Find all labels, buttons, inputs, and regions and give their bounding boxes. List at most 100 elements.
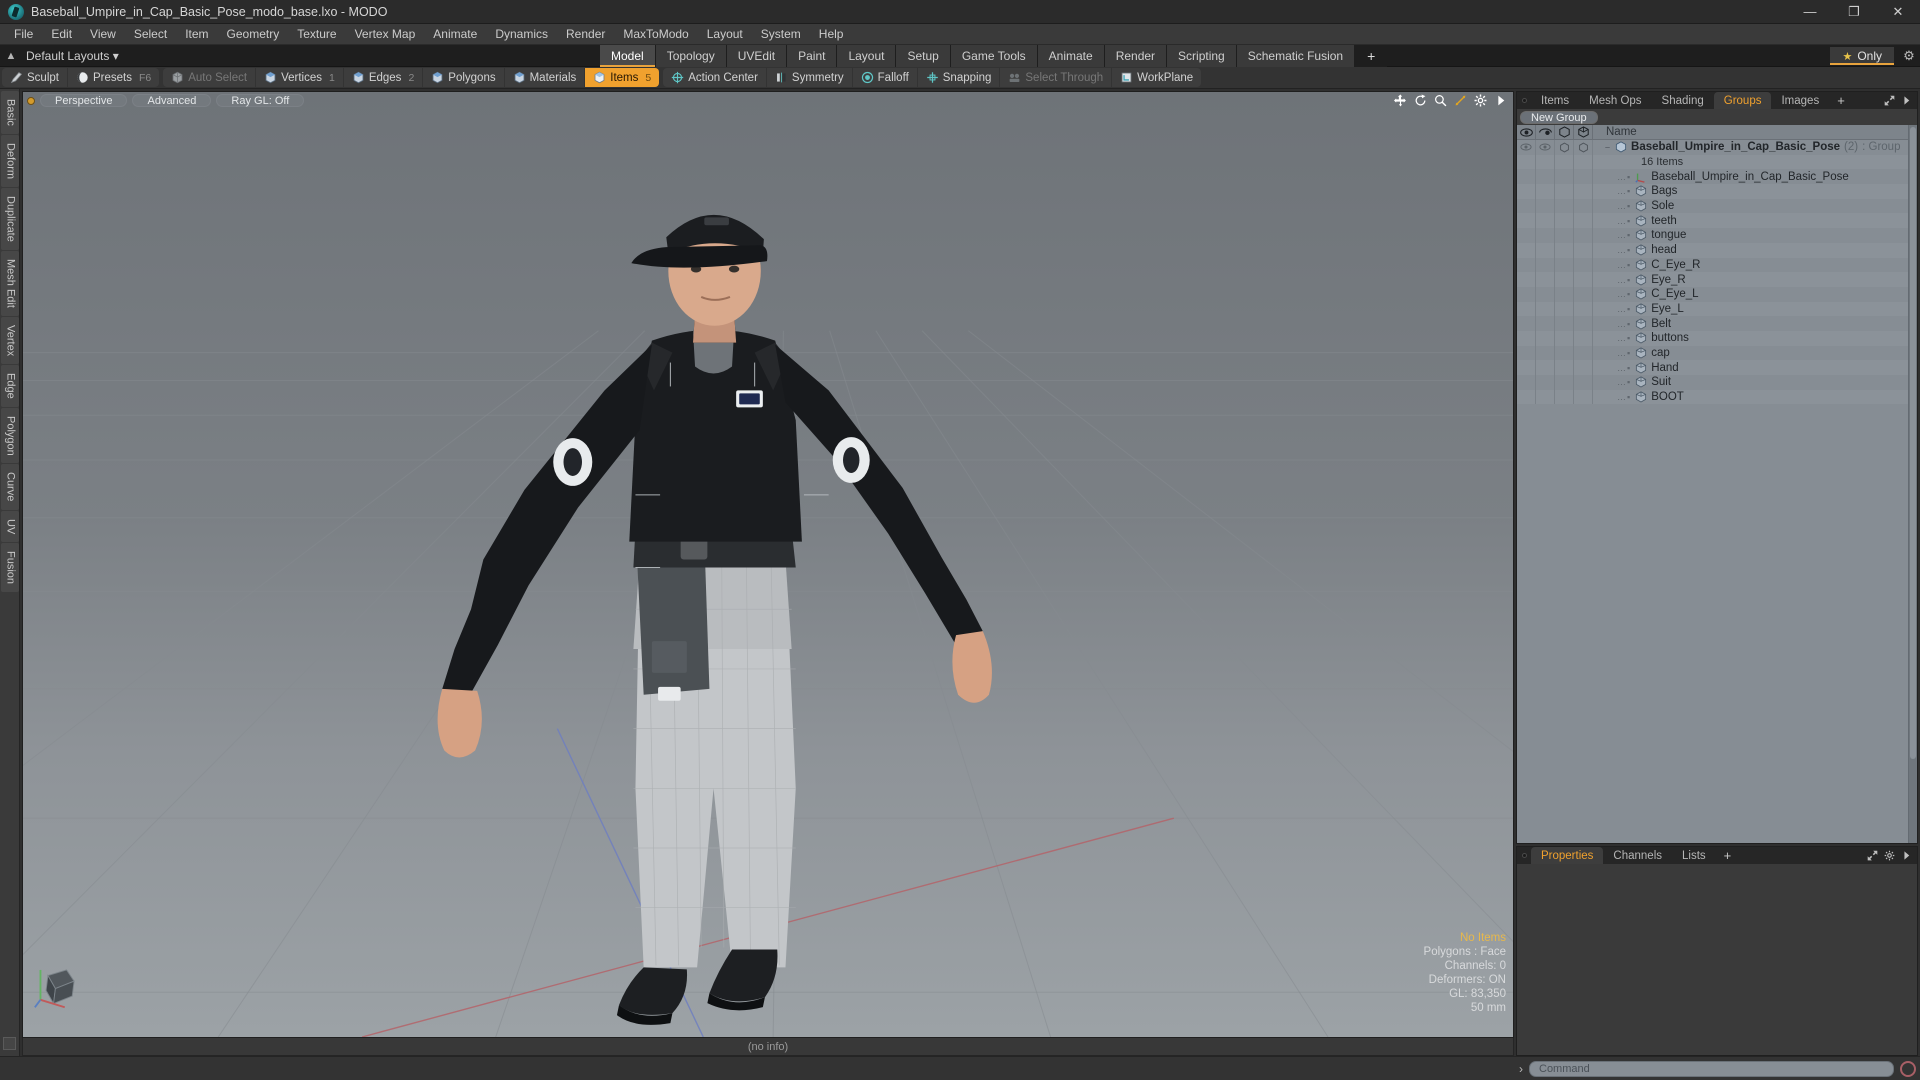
- render-visibility-icon[interactable]: [1536, 154, 1555, 170]
- shaded-cube-icon[interactable]: [1574, 228, 1593, 243]
- maximize-button[interactable]: ❐: [1832, 0, 1876, 24]
- wireframe-cube-icon[interactable]: [1555, 345, 1574, 361]
- shaded-cube-icon[interactable]: [1574, 330, 1593, 346]
- toolbar-button-auto-select[interactable]: Auto Select: [163, 68, 257, 87]
- layout-tab-game-tools[interactable]: Game Tools: [950, 45, 1038, 67]
- tree-scrollbar[interactable]: [1908, 125, 1917, 843]
- render-visibility-icon[interactable]: [1536, 169, 1555, 185]
- shaded-cube-icon[interactable]: [1574, 286, 1593, 302]
- render-visibility-icon[interactable]: [1536, 257, 1555, 273]
- left-tab-uv[interactable]: UV: [0, 510, 19, 543]
- toolbar-button-action-center[interactable]: Action Center: [663, 68, 767, 87]
- left-tab-fusion[interactable]: Fusion: [0, 543, 19, 593]
- only-toggle-button[interactable]: ★ Only: [1830, 47, 1894, 65]
- menu-item-vertex-map[interactable]: Vertex Map: [346, 24, 425, 45]
- wireframe-cube-icon[interactable]: [1555, 389, 1574, 405]
- tree-item-row[interactable]: …▪ Suit: [1517, 375, 1917, 390]
- eye-icon[interactable]: [1517, 286, 1536, 302]
- left-tab-polygon[interactable]: Polygon: [0, 407, 19, 464]
- toolbar-button-sculpt[interactable]: Sculpt: [2, 68, 68, 87]
- shaded-cube-icon[interactable]: [1574, 198, 1593, 214]
- shaded-cube-icon[interactable]: [1574, 375, 1593, 390]
- wireframe-cube-icon[interactable]: [1555, 228, 1574, 243]
- tree-item-row[interactable]: …▪ Belt: [1517, 316, 1917, 331]
- shaded-cube-icon[interactable]: [1574, 140, 1593, 155]
- eye-icon[interactable]: [1517, 330, 1536, 346]
- wireframe-cube-icon[interactable]: [1555, 198, 1574, 214]
- toolbar-button-snapping[interactable]: Snapping: [918, 68, 1001, 87]
- tree-item-row[interactable]: …▪ Bags: [1517, 184, 1917, 199]
- render-visibility-icon[interactable]: [1536, 198, 1555, 214]
- shaded-cube-icon[interactable]: [1574, 360, 1593, 375]
- render-visibility-icon[interactable]: [1536, 301, 1555, 317]
- render-visibility-icon[interactable]: [1536, 184, 1555, 199]
- layout-tab-uvedit[interactable]: UVEdit: [726, 45, 788, 67]
- toolbar-button-edges[interactable]: Edges 2: [344, 68, 424, 87]
- wireframe-cube-icon[interactable]: [1555, 154, 1574, 170]
- gear-icon[interactable]: ⚙: [1898, 45, 1920, 67]
- render-visibility-icon[interactable]: [1536, 330, 1555, 346]
- viewport-menu-dot[interactable]: [27, 96, 35, 105]
- eye-icon[interactable]: [1517, 213, 1536, 229]
- layout-tab-schematic-fusion[interactable]: Schematic Fusion: [1236, 45, 1356, 67]
- chevron-right-icon[interactable]: [1494, 94, 1507, 107]
- new-group-button[interactable]: New Group: [1520, 110, 1598, 124]
- eye-icon[interactable]: [1517, 345, 1536, 361]
- gear-icon[interactable]: [1474, 94, 1487, 107]
- render-visibility-icon[interactable]: [1536, 125, 1555, 139]
- tree-item-row[interactable]: …▪ Eye_R: [1517, 272, 1917, 287]
- menu-item-item[interactable]: Item: [176, 24, 217, 45]
- properties-tab-add-button[interactable]: +: [1716, 847, 1740, 864]
- chevron-right-icon[interactable]: [1901, 850, 1912, 861]
- command-input[interactable]: Command: [1529, 1060, 1894, 1077]
- layout-tab-setup[interactable]: Setup: [896, 45, 951, 67]
- eye-icon[interactable]: [1517, 360, 1536, 375]
- layout-tab-scripting[interactable]: Scripting: [1167, 45, 1237, 67]
- render-visibility-icon[interactable]: [1536, 272, 1555, 287]
- wireframe-cube-icon[interactable]: [1555, 375, 1574, 390]
- shaded-cube-icon[interactable]: [1574, 213, 1593, 229]
- close-button[interactable]: ✕: [1876, 0, 1920, 24]
- render-visibility-icon[interactable]: [1536, 228, 1555, 243]
- left-tab-curve[interactable]: Curve: [0, 464, 19, 510]
- menu-item-dynamics[interactable]: Dynamics: [486, 24, 557, 45]
- toolbar-button-polygons[interactable]: Polygons: [423, 68, 505, 87]
- expand-icon[interactable]: [1867, 850, 1878, 861]
- render-visibility-icon[interactable]: [1536, 389, 1555, 405]
- tree-item-row[interactable]: …▪ BOOT: [1517, 389, 1917, 405]
- menu-item-help[interactable]: Help: [810, 24, 853, 45]
- shaded-cube-icon[interactable]: [1574, 389, 1593, 405]
- layout-tab-topology[interactable]: Topology: [655, 45, 727, 67]
- move-icon[interactable]: [1394, 94, 1407, 107]
- shaded-cube-icon[interactable]: [1574, 125, 1593, 139]
- render-visibility-icon[interactable]: [1536, 140, 1555, 155]
- wireframe-cube-icon[interactable]: [1555, 184, 1574, 199]
- render-visibility-icon[interactable]: [1536, 316, 1555, 331]
- panel-menu-dot[interactable]: [1517, 92, 1531, 109]
- wireframe-cube-icon[interactable]: [1555, 169, 1574, 185]
- eye-icon[interactable]: [1517, 228, 1536, 243]
- shaded-cube-icon[interactable]: [1574, 301, 1593, 317]
- eye-icon[interactable]: [1517, 184, 1536, 199]
- shaded-cube-icon[interactable]: [1574, 272, 1593, 287]
- left-tab-basic[interactable]: Basic: [0, 91, 19, 134]
- menu-item-file[interactable]: File: [5, 24, 42, 45]
- properties-tab-properties[interactable]: Properties: [1531, 847, 1604, 864]
- eye-icon[interactable]: [1517, 198, 1536, 214]
- eye-icon[interactable]: [1517, 301, 1536, 317]
- minimize-button[interactable]: —: [1788, 0, 1832, 24]
- toolbar-button-items[interactable]: Items 5: [585, 68, 660, 87]
- eye-icon[interactable]: [1517, 316, 1536, 331]
- wireframe-cube-icon[interactable]: [1555, 213, 1574, 229]
- tree-item-row[interactable]: …▪ buttons: [1517, 330, 1917, 346]
- wireframe-cube-icon[interactable]: [1555, 125, 1574, 139]
- menu-item-animate[interactable]: Animate: [424, 24, 486, 45]
- eye-icon[interactable]: [1517, 389, 1536, 405]
- render-visibility-icon[interactable]: [1536, 375, 1555, 390]
- viewport-pill-raygl[interactable]: Ray GL: Off: [216, 94, 305, 107]
- home-icon[interactable]: ▲: [0, 45, 22, 67]
- tree-item-row[interactable]: …▪ Hand: [1517, 360, 1917, 375]
- layout-tab-animate[interactable]: Animate: [1037, 45, 1105, 67]
- tree-item-row[interactable]: …▪ Eye_L: [1517, 301, 1917, 317]
- toolbar-button-symmetry[interactable]: Symmetry: [767, 68, 853, 87]
